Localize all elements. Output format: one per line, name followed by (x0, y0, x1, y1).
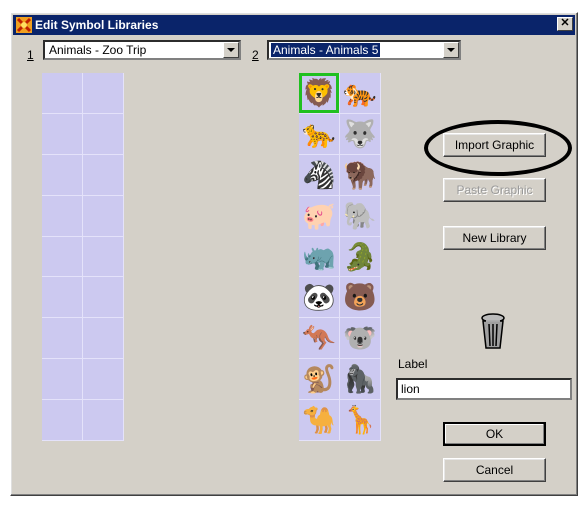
library-1-empty-cell[interactable] (42, 236, 83, 278)
title-bar: Edit Symbol Libraries ✕ (13, 15, 575, 35)
library-1-empty-cell[interactable] (42, 318, 83, 360)
lion-icon: 🦁 (302, 77, 336, 108)
zebra-icon: 🦓 (302, 159, 336, 190)
library-2-value: Animals - Animals 5 (269, 42, 382, 58)
symbol-cell-alligator[interactable]: 🐊 (340, 236, 381, 278)
symbol-cell-pig[interactable]: 🐖 (299, 195, 340, 237)
cancel-label: Cancel (475, 463, 514, 477)
new-library-label: New Library (462, 231, 527, 245)
library-1-empty-cell[interactable] (42, 195, 83, 237)
library-1-empty-cell[interactable] (42, 277, 83, 319)
library-1-empty-cell[interactable] (42, 154, 83, 196)
symbol-cell-gorilla[interactable]: 🦍 (340, 359, 381, 401)
bear-icon: 🐻 (343, 282, 377, 313)
koala-icon: 🐨 (343, 323, 377, 354)
label-caption: Label (398, 357, 428, 371)
paste-graphic-button[interactable]: Paste Graphic (443, 178, 546, 202)
tiger-icon: 🐅 (343, 77, 377, 108)
library-1-empty-cell[interactable] (42, 400, 83, 442)
giraffe-icon: 🦒 (343, 405, 377, 436)
symbol-cell-tiger[interactable]: 🐅 (340, 73, 381, 114)
symbol-cell-panda[interactable]: 🐼 (299, 277, 340, 319)
window-title: Edit Symbol Libraries (35, 18, 159, 32)
library-1-empty-cell[interactable] (83, 277, 124, 319)
symbol-cell-lion[interactable]: 🦁 (299, 73, 340, 114)
symbol-cell-camel[interactable]: 🐪 (299, 400, 340, 442)
label-input[interactable]: lion (396, 378, 572, 400)
chevron-down-icon[interactable] (223, 42, 239, 58)
gorilla-icon: 🦍 (343, 364, 377, 395)
new-library-button[interactable]: New Library (443, 226, 546, 250)
symbol-cell-cougar[interactable]: 🐆 (299, 113, 340, 155)
kangaroo-icon: 🦘 (302, 323, 336, 354)
camel-icon: 🐪 (302, 405, 336, 436)
rhino-icon: 🦏 (302, 241, 336, 272)
symbol-cell-bear[interactable]: 🐻 (340, 277, 381, 319)
library-1-empty-cell[interactable] (83, 113, 124, 155)
library-1-symbol-grid (42, 73, 124, 442)
elephant-icon: 🐘 (343, 200, 377, 231)
symbol-cell-monkey[interactable]: 🐒 (299, 359, 340, 401)
library-1-number: 1 (27, 48, 34, 62)
library-1-empty-cell[interactable] (83, 318, 124, 360)
library-1-empty-cell[interactable] (42, 113, 83, 155)
paste-graphic-label: Paste Graphic (456, 183, 533, 197)
ok-button[interactable]: OK (443, 422, 546, 446)
library-2-symbol-grid: 🦁 🐅 🐆 🐺 🦓 🦬 🐖 🐘 🦏 🐊 🐼 🐻 🦘 🐨 🐒 🦍 🐪 🦒 (299, 73, 381, 442)
wolf-icon: 🐺 (343, 118, 377, 149)
library-2-number: 2 (252, 48, 259, 62)
library-1-empty-cell[interactable] (83, 154, 124, 196)
symbol-cell-wolf[interactable]: 🐺 (340, 113, 381, 155)
library-1-dropdown[interactable]: Animals - Zoo Trip (43, 40, 241, 60)
symbol-cell-rhino[interactable]: 🦏 (299, 236, 340, 278)
library-1-empty-cell[interactable] (83, 195, 124, 237)
monkey-icon: 🐒 (302, 364, 336, 395)
library-2-dropdown[interactable]: Animals - Animals 5 (267, 40, 461, 60)
close-icon: ✕ (560, 17, 570, 29)
library-1-empty-cell[interactable] (42, 359, 83, 401)
bison-icon: 🦬 (343, 159, 377, 190)
panda-icon: 🐼 (302, 282, 336, 313)
cougar-icon: 🐆 (302, 118, 336, 149)
symbol-cell-elephant[interactable]: 🐘 (340, 195, 381, 237)
ok-label: OK (485, 427, 504, 441)
close-button[interactable]: ✕ (557, 17, 573, 31)
highlight-circle (424, 120, 572, 176)
app-icon (16, 17, 32, 33)
library-1-empty-cell[interactable] (42, 73, 83, 114)
library-1-empty-cell[interactable] (83, 73, 124, 114)
symbol-cell-bison[interactable]: 🦬 (340, 154, 381, 196)
symbol-cell-zebra[interactable]: 🦓 (299, 154, 340, 196)
alligator-icon: 🐊 (343, 241, 377, 272)
library-1-empty-cell[interactable] (83, 400, 124, 442)
symbol-cell-giraffe[interactable]: 🦒 (340, 400, 381, 442)
library-1-empty-cell[interactable] (83, 359, 124, 401)
trash-can-icon[interactable] (478, 312, 508, 350)
cancel-button[interactable]: Cancel (443, 458, 546, 482)
library-1-empty-cell[interactable] (83, 236, 124, 278)
pig-icon: 🐖 (302, 200, 336, 231)
symbol-cell-kangaroo[interactable]: 🦘 (299, 318, 340, 360)
chevron-down-icon[interactable] (443, 42, 459, 58)
symbol-cell-koala[interactable]: 🐨 (340, 318, 381, 360)
library-1-value: Animals - Zoo Trip (49, 43, 147, 57)
